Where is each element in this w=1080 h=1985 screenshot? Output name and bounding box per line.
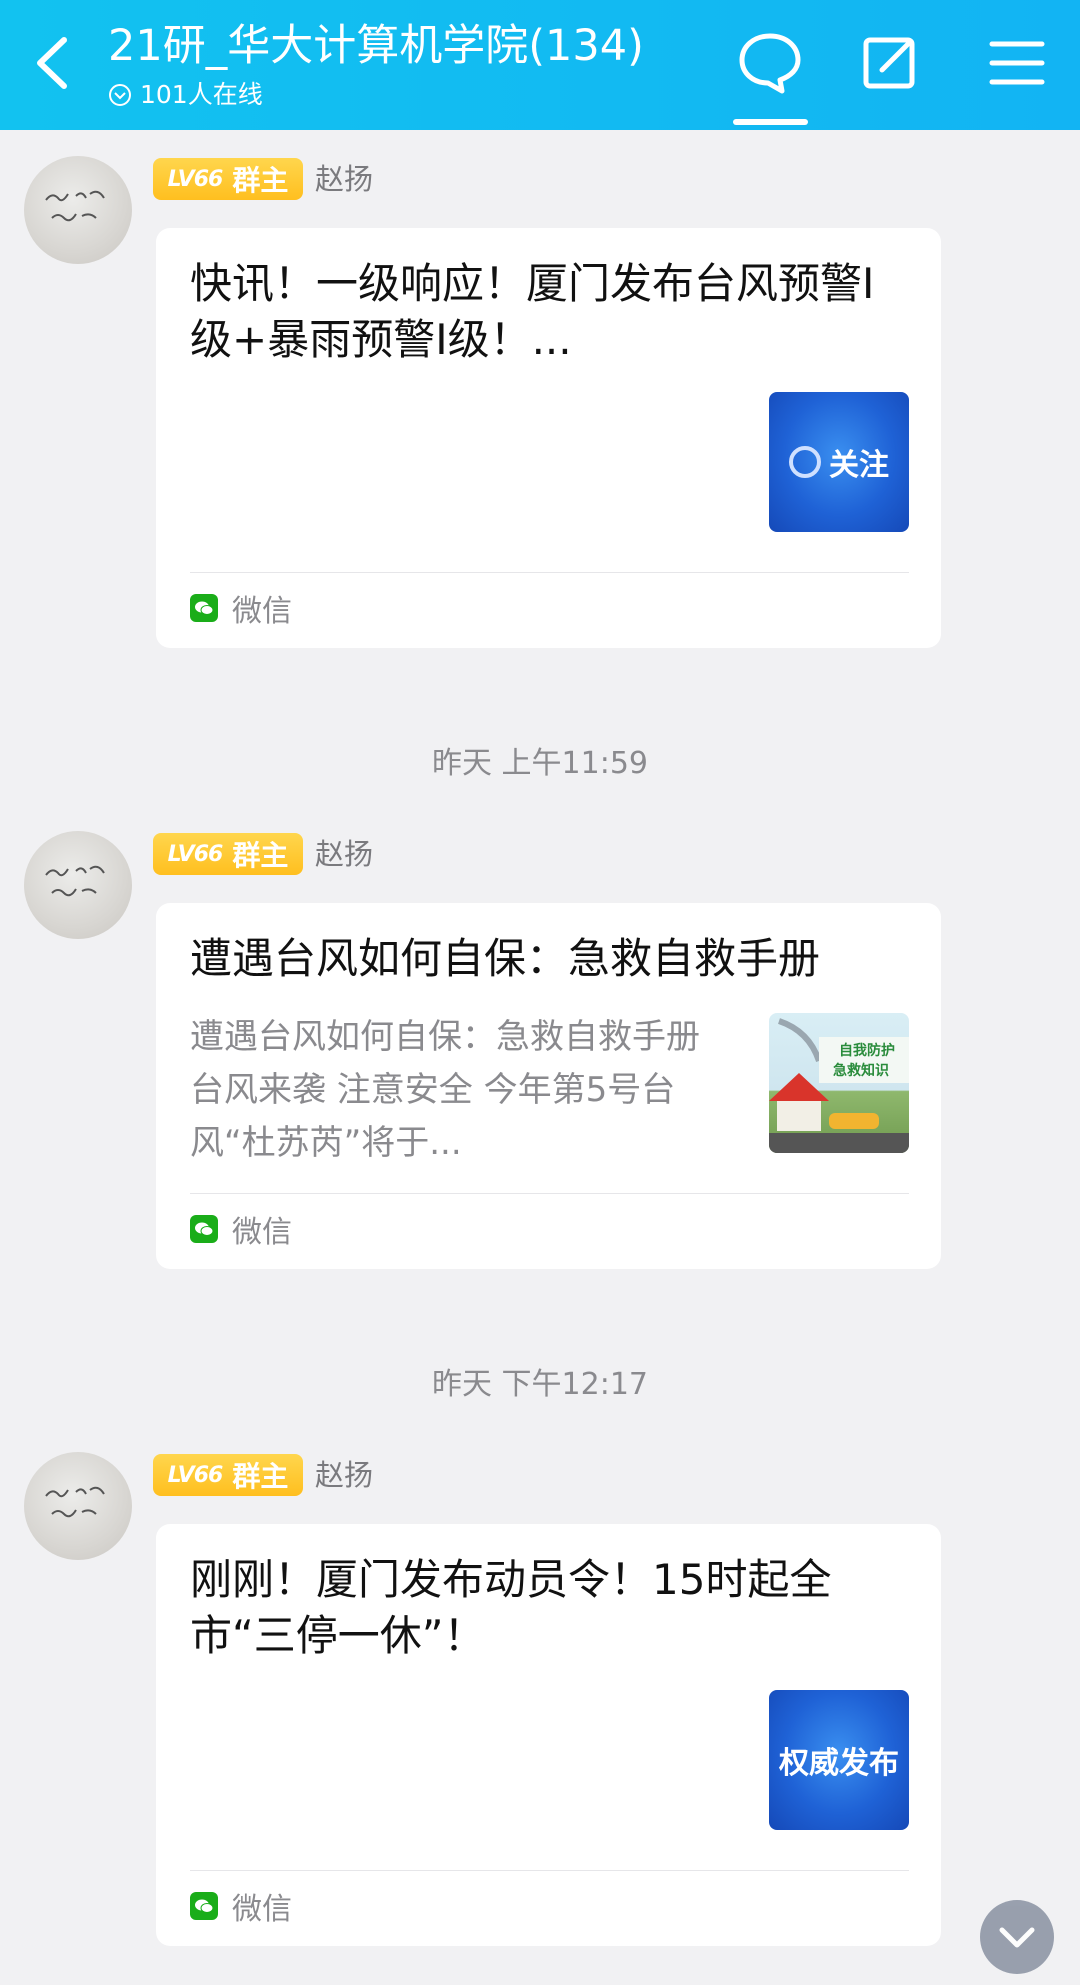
card-source: 微信 — [190, 1884, 292, 1928]
level-label: LV66 — [167, 1462, 224, 1488]
edit-icon[interactable] — [856, 28, 926, 98]
typhoon-illustration: 自我防护 急救知识 — [769, 1018, 909, 1153]
role-label: 群主 — [232, 164, 289, 197]
card-source: 微信 — [190, 586, 292, 630]
avatar[interactable] — [24, 1452, 132, 1560]
wechat-icon — [190, 1215, 218, 1243]
online-status: 101人在线 — [108, 80, 263, 110]
back-icon[interactable] — [28, 30, 78, 96]
level-label: LV66 — [167, 841, 224, 867]
chat-bubble-icon[interactable] — [735, 28, 805, 98]
message-timestamp: 昨天 上午11:59 — [432, 746, 648, 781]
thumbnail-text: 关注 — [829, 448, 889, 483]
online-count: 101人在线 — [140, 80, 263, 109]
card-thumbnail: 自我防护 急救知识 — [769, 1013, 909, 1153]
level-label: LV66 — [167, 166, 224, 192]
avatar[interactable] — [24, 156, 132, 264]
card-title: 遭遇台风如何自保：急救自救手册 — [190, 934, 821, 983]
menu-icon[interactable] — [982, 28, 1052, 98]
role-badge: LV66 群主 — [153, 158, 303, 200]
source-label: 微信 — [232, 1215, 292, 1250]
source-label: 微信 — [232, 1892, 292, 1927]
role-badge: LV66 群主 — [153, 1454, 303, 1496]
chat-header: 21研_华大计算机学院(134) 101人在线 — [0, 0, 1080, 130]
sender-name[interactable]: 赵扬 — [315, 158, 373, 200]
group-title: 21研_华大计算机学院(134) — [108, 21, 644, 71]
thumbnail-text: 权威发布 — [779, 1746, 899, 1781]
role-label: 群主 — [232, 839, 289, 872]
wechat-icon — [190, 1892, 218, 1920]
calligraphy-avatar-image — [45, 190, 105, 222]
card-thumbnail: 关注 — [769, 392, 909, 532]
wechat-icon — [190, 594, 218, 622]
role-label: 群主 — [232, 1460, 289, 1493]
sender-name[interactable]: 赵扬 — [315, 833, 373, 875]
link-card[interactable]: 快讯！一级响应！厦门发布台风预警I级+暴雨预警I级！... 关注 微信 — [156, 228, 941, 648]
card-title: 快讯！一级响应！厦门发布台风预警I级+暴雨预警I级！... — [190, 259, 875, 364]
card-description: 遭遇台风如何自保：急救自救手册台风来袭 注意安全 今年第5号台风“杜苏芮”将于.… — [190, 1017, 700, 1163]
svg-text:急救知识: 急救知识 — [833, 1062, 889, 1079]
card-divider — [190, 572, 909, 573]
link-card[interactable]: 刚刚！厦门发布动员令！15时起全市“三停一休”！ 权威发布 微信 — [156, 1524, 941, 1946]
card-divider — [190, 1193, 909, 1194]
calligraphy-avatar-image — [45, 865, 105, 897]
logo-icon — [789, 446, 821, 478]
card-title: 刚刚！厦门发布动员令！15时起全市“三停一休”！ — [190, 1555, 832, 1660]
card-thumbnail: 权威发布 — [769, 1690, 909, 1830]
tab-active-indicator — [733, 119, 808, 125]
link-card[interactable]: 遭遇台风如何自保：急救自救手册 遭遇台风如何自保：急救自救手册台风来袭 注意安全… — [156, 903, 941, 1269]
sender-name[interactable]: 赵扬 — [315, 1454, 373, 1496]
scroll-to-bottom-button[interactable] — [980, 1900, 1054, 1974]
chevron-down-icon — [999, 1927, 1035, 1948]
svg-text:自我防护: 自我防护 — [839, 1042, 895, 1059]
role-badge: LV66 群主 — [153, 833, 303, 875]
card-source: 微信 — [190, 1207, 292, 1251]
online-check-icon — [109, 84, 131, 106]
source-label: 微信 — [232, 594, 292, 629]
calligraphy-avatar-image — [45, 1486, 105, 1518]
card-divider — [190, 1870, 909, 1871]
message-timestamp: 昨天 下午12:17 — [432, 1367, 648, 1402]
avatar[interactable] — [24, 831, 132, 939]
